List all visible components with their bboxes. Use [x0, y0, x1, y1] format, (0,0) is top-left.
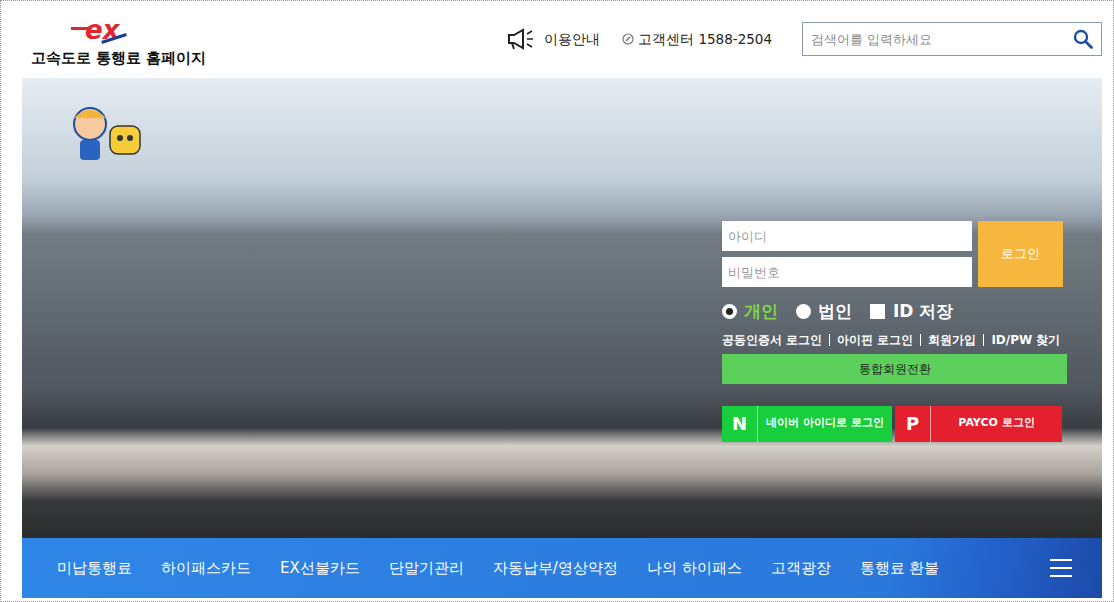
member-type-radio[interactable]: 법인 — [796, 299, 852, 325]
menu-icon[interactable] — [1050, 559, 1072, 577]
mascot-icon — [66, 100, 146, 164]
call-center: 고객센터 1588-2504 — [622, 29, 772, 49]
login-links: 공동인증서 로그인아이핀 로그인회원가입ID/PW 찾기 — [722, 334, 1067, 346]
menu-item[interactable]: 나의 하이패스 — [647, 557, 742, 580]
member-type-radio[interactable]: 개인 — [722, 299, 778, 325]
header-tools: 이용안내 고객센터 1588-2504 — [506, 22, 1102, 56]
member-type-label: 법인 — [818, 299, 852, 325]
save-id-checkbox[interactable]: ID 저장 — [870, 299, 953, 325]
search-input[interactable] — [803, 23, 1065, 55]
menu-item[interactable]: 통행료 환불 — [860, 557, 940, 580]
save-id-label: ID 저장 — [893, 299, 953, 325]
radio-mark[interactable] — [722, 304, 737, 319]
page: ex 고속도로 통행료 홈페이지 이용안내 고객센터 1588-2504 — [0, 0, 1114, 602]
menu-item[interactable]: 고객광장 — [771, 557, 831, 580]
login-button[interactable]: 로그인 — [978, 221, 1063, 287]
login-link[interactable]: 회원가입 — [920, 334, 983, 346]
hero-photo: 로그인 개인 법인 ID 저장 공동인증서 로그인아이핀 로그인회원가입ID/PW … — [22, 78, 1102, 538]
login-link[interactable]: 공동인증서 로그인 — [722, 334, 829, 346]
megaphone-icon — [506, 28, 536, 50]
social-login-button[interactable]: N네이버 아이디로 로그인 — [722, 406, 892, 442]
menu-item[interactable]: 자동납부/영상약정 — [493, 557, 618, 580]
radio-mark[interactable] — [796, 304, 811, 319]
social-login: N네이버 아이디로 로그인PPAYCO 로그인 — [722, 406, 1067, 442]
login-form: 로그인 — [722, 221, 1067, 287]
menu-item[interactable]: EX선불카드 — [280, 557, 360, 580]
social-login-button[interactable]: PPAYCO 로그인 — [895, 406, 1062, 442]
social-mark: P — [895, 406, 931, 442]
logo-mark: ex — [31, 17, 206, 43]
id-input[interactable] — [722, 221, 972, 251]
menu-item[interactable]: 미납통행료 — [57, 557, 132, 580]
checkbox-mark[interactable] — [870, 304, 885, 319]
header: ex 고속도로 통행료 홈페이지 이용안내 고객센터 1588-2504 — [22, 1, 1102, 77]
login-link[interactable]: ID/PW 찾기 — [983, 334, 1067, 346]
call-center-text: 고객센터 1588-2504 — [638, 29, 772, 49]
social-label: 네이버 아이디로 로그인 — [758, 406, 892, 442]
phone-icon — [622, 33, 634, 45]
login-fields — [722, 221, 972, 287]
search-icon — [1073, 29, 1093, 49]
social-label: PAYCO 로그인 — [931, 406, 1062, 442]
guide-label: 이용안내 — [544, 29, 600, 49]
convert-button[interactable]: 통합회원전환 — [722, 354, 1067, 384]
menu-items: 미납통행료 하이패스카드 EX선불카드 단말기관리 자동납부/영상약정 나의 하이패스 고객… — [57, 557, 939, 580]
member-type-label: 개인 — [744, 299, 778, 325]
logo-title: 고속도로 통행료 홈페이지 — [31, 47, 206, 70]
main-menu: 미납통행료 하이패스카드 EX선불카드 단말기관리 자동납부/영상약정 나의 하이패스 고객… — [22, 538, 1102, 598]
menu-item[interactable]: 하이패스카드 — [161, 557, 251, 580]
login-options: 개인 법인 ID 저장 — [722, 299, 1067, 325]
login-link[interactable]: 아이핀 로그인 — [829, 334, 920, 346]
search-box — [802, 22, 1102, 56]
password-input[interactable] — [722, 257, 972, 287]
menu-item[interactable]: 단말기관리 — [389, 557, 464, 580]
guide-link[interactable]: 이용안내 — [506, 28, 600, 50]
search-button[interactable] — [1065, 23, 1101, 55]
social-mark: N — [722, 406, 758, 442]
login-panel: 로그인 개인 법인 ID 저장 공동인증서 로그인아이핀 로그인회원가입ID/PW … — [722, 221, 1067, 442]
site-logo[interactable]: ex 고속도로 통행료 홈페이지 — [31, 9, 206, 70]
